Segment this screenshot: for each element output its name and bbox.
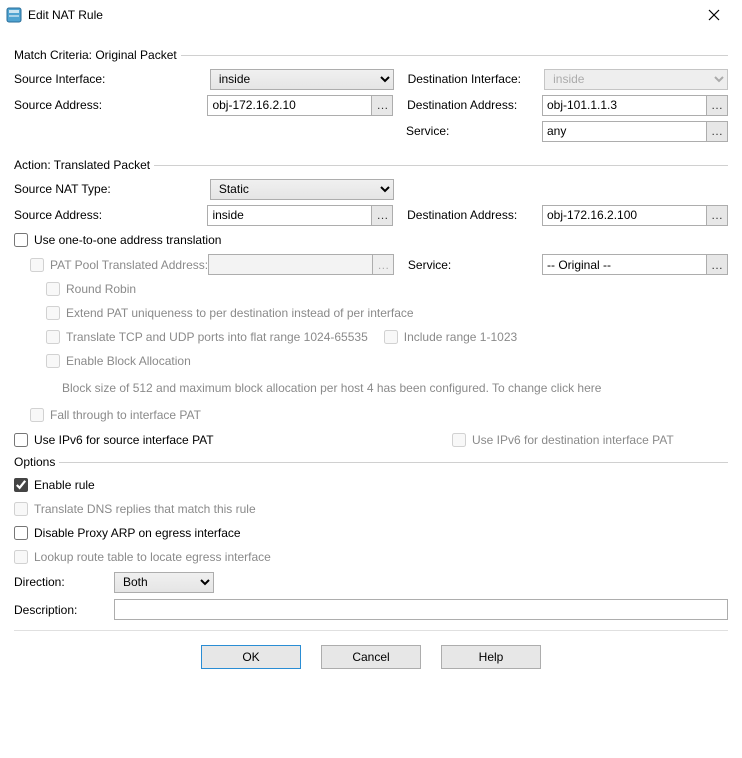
action-source-address-input[interactable] (207, 205, 371, 226)
ipv6-source-label: Use IPv6 for source interface PAT (34, 433, 214, 447)
lookup-route-label: Lookup route table to locate egress inte… (34, 550, 271, 564)
group-match-criteria: Match Criteria: Original Packet (14, 48, 728, 62)
label-source-interface: Source Interface: (14, 72, 210, 86)
enable-rule-checkbox[interactable] (14, 478, 28, 492)
include-range-label: Include range 1-1023 (404, 330, 517, 344)
service-browse-button[interactable]: … (706, 121, 728, 142)
label-source-nat-type: Source NAT Type: (14, 182, 210, 196)
block-allocation-note: Block size of 512 and maximum block allo… (14, 375, 728, 401)
flat-range-label: Translate TCP and UDP ports into flat ra… (66, 330, 368, 344)
translate-dns-checkbox (14, 502, 28, 516)
label-action-service: Service: (408, 258, 542, 272)
translate-dns-label: Translate DNS replies that match this ru… (34, 502, 256, 516)
ok-button[interactable]: OK (201, 645, 301, 669)
label-destination-address: Destination Address: (407, 98, 542, 112)
action-source-address-browse-button[interactable]: … (371, 205, 393, 226)
enable-rule-label: Enable rule (34, 478, 95, 492)
destination-address-input[interactable] (542, 95, 706, 116)
pat-pool-checkbox (30, 258, 44, 272)
source-nat-type-select[interactable]: Static (210, 179, 394, 200)
direction-select[interactable]: Both (114, 572, 214, 593)
disable-proxy-arp-label: Disable Proxy ARP on egress interface (34, 526, 241, 540)
round-robin-checkbox (46, 282, 60, 296)
source-interface-select[interactable]: inside (210, 69, 394, 90)
source-address-browse-button[interactable]: … (371, 95, 393, 116)
divider (181, 55, 728, 56)
app-icon (6, 7, 22, 23)
enable-block-checkbox (46, 354, 60, 368)
label-service: Service: (406, 124, 542, 138)
destination-address-browse-button[interactable]: … (706, 95, 728, 116)
divider (59, 462, 728, 463)
pat-pool-input (208, 254, 372, 275)
include-range-checkbox (384, 330, 398, 344)
enable-block-label: Enable Block Allocation (66, 354, 191, 368)
action-destination-address-browse-button[interactable]: … (706, 205, 728, 226)
disable-proxy-arp-checkbox[interactable] (14, 526, 28, 540)
destination-interface-select: inside (544, 69, 728, 90)
close-button[interactable] (694, 1, 734, 29)
use-one-to-one-label: Use one-to-one address translation (34, 233, 221, 247)
label-action-source-address: Source Address: (14, 208, 207, 222)
footer: OK Cancel Help (14, 630, 728, 669)
label-direction: Direction: (14, 575, 114, 589)
label-description: Description: (14, 603, 114, 617)
window-title: Edit NAT Rule (28, 8, 694, 22)
label-destination-interface: Destination Interface: (408, 72, 545, 86)
group-action-label: Action: Translated Packet (14, 158, 150, 172)
fall-through-checkbox (30, 408, 44, 422)
round-robin-label: Round Robin (66, 282, 136, 296)
group-options-label: Options (14, 455, 55, 469)
action-service-browse-button[interactable]: … (706, 254, 728, 275)
group-action: Action: Translated Packet (14, 158, 728, 172)
ipv6-destination-checkbox (452, 433, 466, 447)
extend-pat-checkbox (46, 306, 60, 320)
use-one-to-one-checkbox[interactable] (14, 233, 28, 247)
cancel-button[interactable]: Cancel (321, 645, 421, 669)
fall-through-label: Fall through to interface PAT (50, 408, 201, 422)
action-destination-address-input[interactable] (542, 205, 706, 226)
lookup-route-checkbox (14, 550, 28, 564)
action-service-input[interactable] (542, 254, 706, 275)
source-address-input[interactable] (207, 95, 371, 116)
flat-range-checkbox (46, 330, 60, 344)
content-area: Match Criteria: Original Packet Source I… (0, 30, 742, 669)
extend-pat-label: Extend PAT uniqueness to per destination… (66, 306, 414, 320)
service-input[interactable] (542, 121, 706, 142)
group-options: Options (14, 455, 728, 469)
ipv6-destination-label: Use IPv6 for destination interface PAT (472, 433, 674, 447)
pat-pool-label: PAT Pool Translated Address: (50, 258, 208, 272)
titlebar: Edit NAT Rule (0, 0, 742, 30)
ipv6-source-checkbox[interactable] (14, 433, 28, 447)
divider (154, 165, 728, 166)
description-input[interactable] (114, 599, 728, 620)
label-action-destination-address: Destination Address: (407, 208, 542, 222)
label-source-address: Source Address: (14, 98, 207, 112)
help-button[interactable]: Help (441, 645, 541, 669)
group-match-label: Match Criteria: Original Packet (14, 48, 177, 62)
pat-pool-browse-button: … (372, 254, 394, 275)
